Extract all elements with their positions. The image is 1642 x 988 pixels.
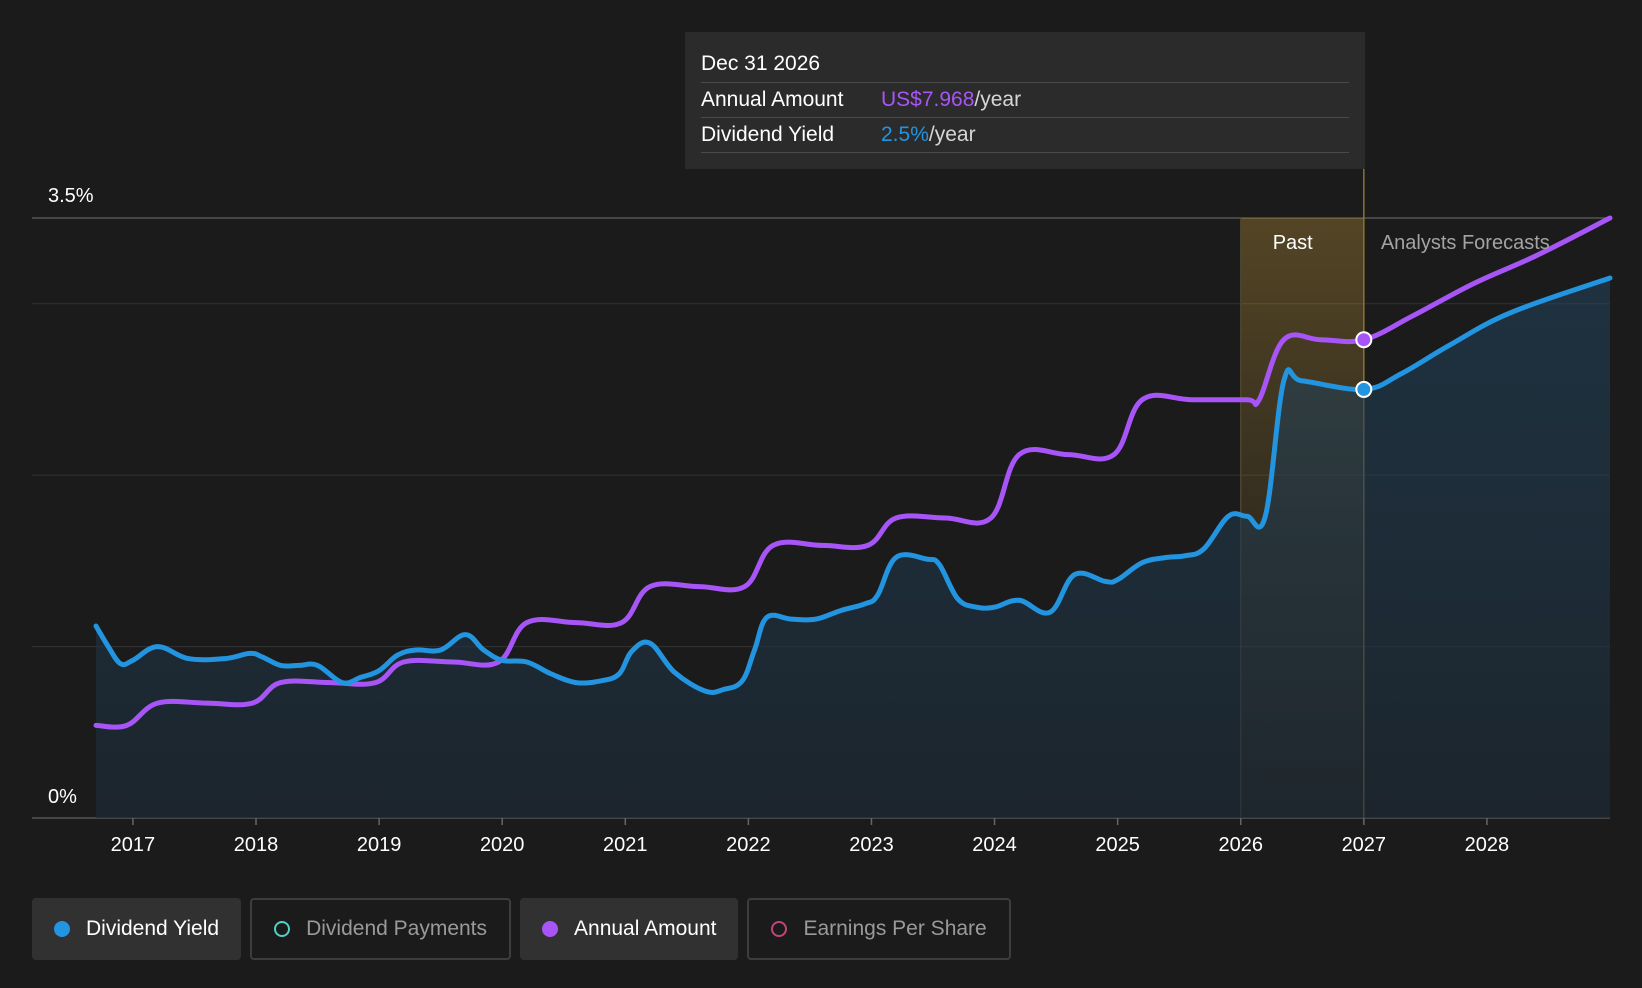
annual-amount-marker [1355,331,1373,349]
legend-label: Earnings Per Share [803,917,987,940]
x-tick-label: 2026 [1218,834,1263,856]
tooltip-yield-unit: /year [928,123,976,146]
legend-label: Dividend Yield [86,917,220,940]
legend-circle-icon [771,921,788,937]
legend-label: Annual Amount [574,917,717,940]
forecast-label: Analysts Forecasts [1381,232,1550,254]
dividend-yield-marker [1355,380,1373,398]
x-axis: 2017 2018 2019 2020 2021 2022 2023 2024 2025 2026… [111,818,1509,856]
x-tick-label: 2028 [1465,834,1510,856]
legend-dot-icon [542,921,559,937]
tooltip-yield-label: Dividend Yield [701,123,835,146]
x-tick-label: 2020 [480,834,525,856]
tooltip: Dec 31 2026 Annual Amount US$7.968/year … [685,32,1365,169]
x-tick-label: 2022 [726,834,771,856]
legend-circle-icon [274,921,291,937]
legend-dot-icon [54,921,70,937]
legend: Dividend Yield Dividend Payments Annual … [32,898,1011,960]
tooltip-yield-row: Dividend Yield 2.5%/year [701,118,1349,153]
x-tick-label: 2027 [1342,834,1387,856]
x-tick-label: 2018 [234,834,279,856]
x-tick-label: 2024 [972,834,1017,856]
tooltip-date: Dec 31 2026 [701,52,821,75]
x-tick-label: 2017 [111,834,156,856]
x-tick-label: 2025 [1095,834,1140,856]
tooltip-annual-value: US$7.968 [881,88,975,111]
legend-dividend-payments[interactable]: Dividend Payments [250,898,512,960]
tooltip-annual-label: Annual Amount [701,88,844,111]
y-tick-label: 0% [48,786,77,808]
tooltip-yield-value: 2.5% [881,123,929,146]
past-label: Past [1273,232,1313,254]
x-tick-label: 2021 [603,834,648,856]
legend-earnings-per-share[interactable]: Earnings Per Share [747,898,1011,960]
legend-annual-amount[interactable]: Annual Amount [520,898,739,960]
legend-label: Dividend Payments [306,917,488,940]
x-tick-label: 2019 [357,834,402,856]
y-tick-label: 3.5% [48,185,94,207]
tooltip-annual-row: Annual Amount US$7.968/year [701,83,1349,118]
x-tick-label: 2023 [849,834,894,856]
tooltip-date-row: Dec 31 2026 [701,46,1349,83]
legend-dividend-yield[interactable]: Dividend Yield [32,898,242,960]
tooltip-annual-unit: /year [974,88,1022,111]
